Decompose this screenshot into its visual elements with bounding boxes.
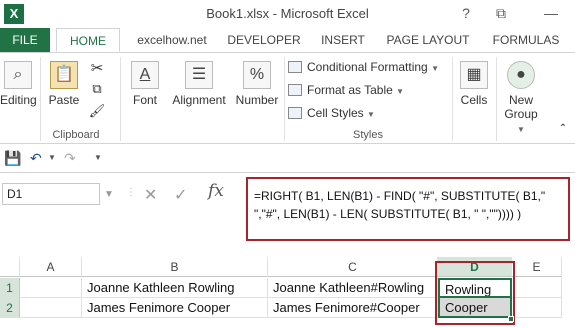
name-box-dropdown-icon[interactable]: ▼ [104, 189, 114, 200]
tab-page-layout[interactable]: PAGE LAYOUT [380, 28, 476, 52]
ribbon-separator [40, 57, 41, 141]
column-header[interactable]: C [268, 257, 438, 277]
alignment-label: Alignment [172, 93, 226, 107]
minimize-button[interactable]: — [540, 3, 562, 23]
chevron-down-icon: ▼ [396, 87, 405, 96]
collapse-ribbon-icon[interactable]: ⌃ [556, 123, 570, 134]
conditional-formatting-icon [288, 61, 302, 73]
cell-c1[interactable]: Joanne Kathleen#Rowling [268, 278, 438, 298]
undo-icon[interactable]: ↶ [30, 149, 42, 167]
name-box[interactable]: D1 [2, 183, 100, 205]
formula-text-line2: ","#", LEN(B1) - LEN( SUBSTITUTE( B1, " … [254, 207, 522, 221]
cell-d2[interactable]: Cooper [438, 298, 512, 318]
paste-label: Paste [48, 93, 80, 107]
cell-styles-button[interactable]: Cell Styles ▼ [288, 103, 375, 123]
cell-styles-label: Cell Styles [307, 106, 364, 120]
paste-button[interactable]: 📋 Paste [46, 61, 82, 107]
row-header[interactable]: 2 [0, 298, 20, 318]
tab-insert[interactable]: INSERT [312, 28, 374, 52]
table-icon [288, 84, 302, 96]
formula-bar: D1 ▼ ⋮ ✕ ✓ fx =RIGHT( B1, LEN(B1) - FIND… [0, 172, 575, 250]
cut-icon[interactable]: ✂ [88, 59, 106, 77]
new-group-label-line1: New [508, 93, 533, 107]
chevron-down-icon: ▼ [517, 125, 525, 134]
formula-bar-grip-icon: ⋮ [126, 187, 136, 198]
align-lines-icon: ☰ [185, 61, 213, 89]
percent-icon: % [243, 61, 271, 89]
cells-button[interactable]: ▦ Cells [456, 61, 492, 107]
cell-d1[interactable]: Rowling [438, 278, 512, 298]
row-header[interactable]: 1 [0, 278, 20, 298]
formula-text-line1: =RIGHT( B1, LEN(B1) - FIND( "#", SUBSTIT… [254, 189, 546, 203]
number-label: Number [235, 93, 279, 107]
redo-icon[interactable]: ↷ [64, 149, 76, 167]
customize-toolbar-icon[interactable]: ▼ [94, 149, 102, 167]
chevron-down-icon: ▼ [431, 64, 439, 73]
formula-input[interactable]: =RIGHT( B1, LEN(B1) - FIND( "#", SUBSTIT… [246, 177, 570, 241]
format-painter-icon[interactable]: 🖌 [88, 103, 106, 119]
ribbon-display-options-icon[interactable]: ⧉ [490, 3, 512, 23]
new-group-icon: ● [507, 61, 535, 89]
font-color-icon: A [131, 61, 159, 89]
ribbon-tabs: FILE HOME excelhow.net DEVELOPER INSERT … [0, 28, 575, 52]
cell-b2[interactable]: James Fenimore Cooper [82, 298, 268, 318]
column-header[interactable]: B [82, 257, 268, 277]
cells-label: Cells [460, 93, 488, 107]
clipboard-icon: 📋 [50, 61, 78, 89]
ribbon-separator [452, 57, 453, 141]
font-button[interactable]: A Font [126, 61, 164, 107]
chevron-down-icon: ▼ [367, 110, 375, 119]
insert-function-button[interactable]: fx [208, 181, 224, 201]
ribbon-separator [496, 57, 497, 141]
editing-button[interactable]: ⌕ Editing [0, 61, 37, 107]
clipboard-group-label: Clipboard [52, 129, 100, 141]
fill-handle[interactable] [508, 316, 514, 322]
window-title: Book1.xlsx - Microsoft Excel [206, 6, 369, 21]
font-label: Font [132, 93, 157, 107]
number-button[interactable]: % Number [232, 61, 282, 107]
conditional-formatting-button[interactable]: Conditional Formatting ▼ [288, 57, 439, 77]
enter-icon[interactable]: ✓ [174, 185, 187, 205]
new-group-button[interactable]: ● New Group ▼ [500, 61, 542, 135]
conditional-formatting-label: Conditional Formatting [307, 60, 428, 74]
undo-dropdown-icon[interactable]: ▼ [48, 149, 56, 167]
tab-excelhow[interactable]: excelhow.net [126, 28, 218, 52]
binoculars-icon: ⌕ [4, 61, 32, 89]
select-all-corner[interactable] [0, 257, 20, 277]
format-as-table-button[interactable]: Format as Table ▼ [288, 80, 404, 100]
cells-icon: ▦ [460, 61, 488, 89]
cell-styles-icon [288, 107, 302, 119]
alignment-button[interactable]: ☰ Alignment [168, 61, 230, 107]
styles-group-label: Styles [353, 129, 383, 141]
save-icon[interactable]: 💾 [4, 149, 21, 167]
cell-b1[interactable]: Joanne Kathleen Rowling [82, 278, 268, 298]
tab-formulas[interactable]: FORMULAS [482, 28, 570, 52]
title-bar: X Book1.xlsx - Microsoft Excel ? ⧉ — [0, 0, 575, 28]
column-header[interactable]: E [512, 257, 562, 277]
ribbon-separator [120, 57, 121, 141]
worksheet-grid: A B C D E 1 Joanne Kathleen Rowling Joan… [0, 250, 575, 327]
column-header[interactable]: D [438, 257, 512, 277]
new-group-label-line2: Group [504, 107, 538, 121]
copy-icon[interactable]: ⧉ [88, 81, 106, 97]
ribbon: ⌕ Editing 📋 Paste ✂ ⧉ 🖌 Clipboard A Font… [0, 52, 575, 144]
editing-label: Editing [0, 93, 37, 107]
tab-home[interactable]: HOME [56, 28, 120, 52]
format-as-table-label: Format as Table [307, 83, 393, 97]
cancel-icon[interactable]: ✕ [144, 185, 157, 205]
cell-e1[interactable] [512, 278, 562, 298]
help-button[interactable]: ? [455, 3, 477, 23]
cell-a2[interactable] [20, 298, 82, 318]
cell-c2[interactable]: James Fenimore#Cooper [268, 298, 438, 318]
quick-access-toolbar: 💾 ↶ ▼ ↷ ▼ [0, 145, 575, 171]
column-header[interactable]: A [20, 257, 82, 277]
cell-e2[interactable] [512, 298, 562, 318]
cell-a1[interactable] [20, 278, 82, 298]
ribbon-separator [284, 57, 285, 141]
tab-file[interactable]: FILE [0, 28, 50, 52]
tab-developer[interactable]: DEVELOPER [222, 28, 306, 52]
